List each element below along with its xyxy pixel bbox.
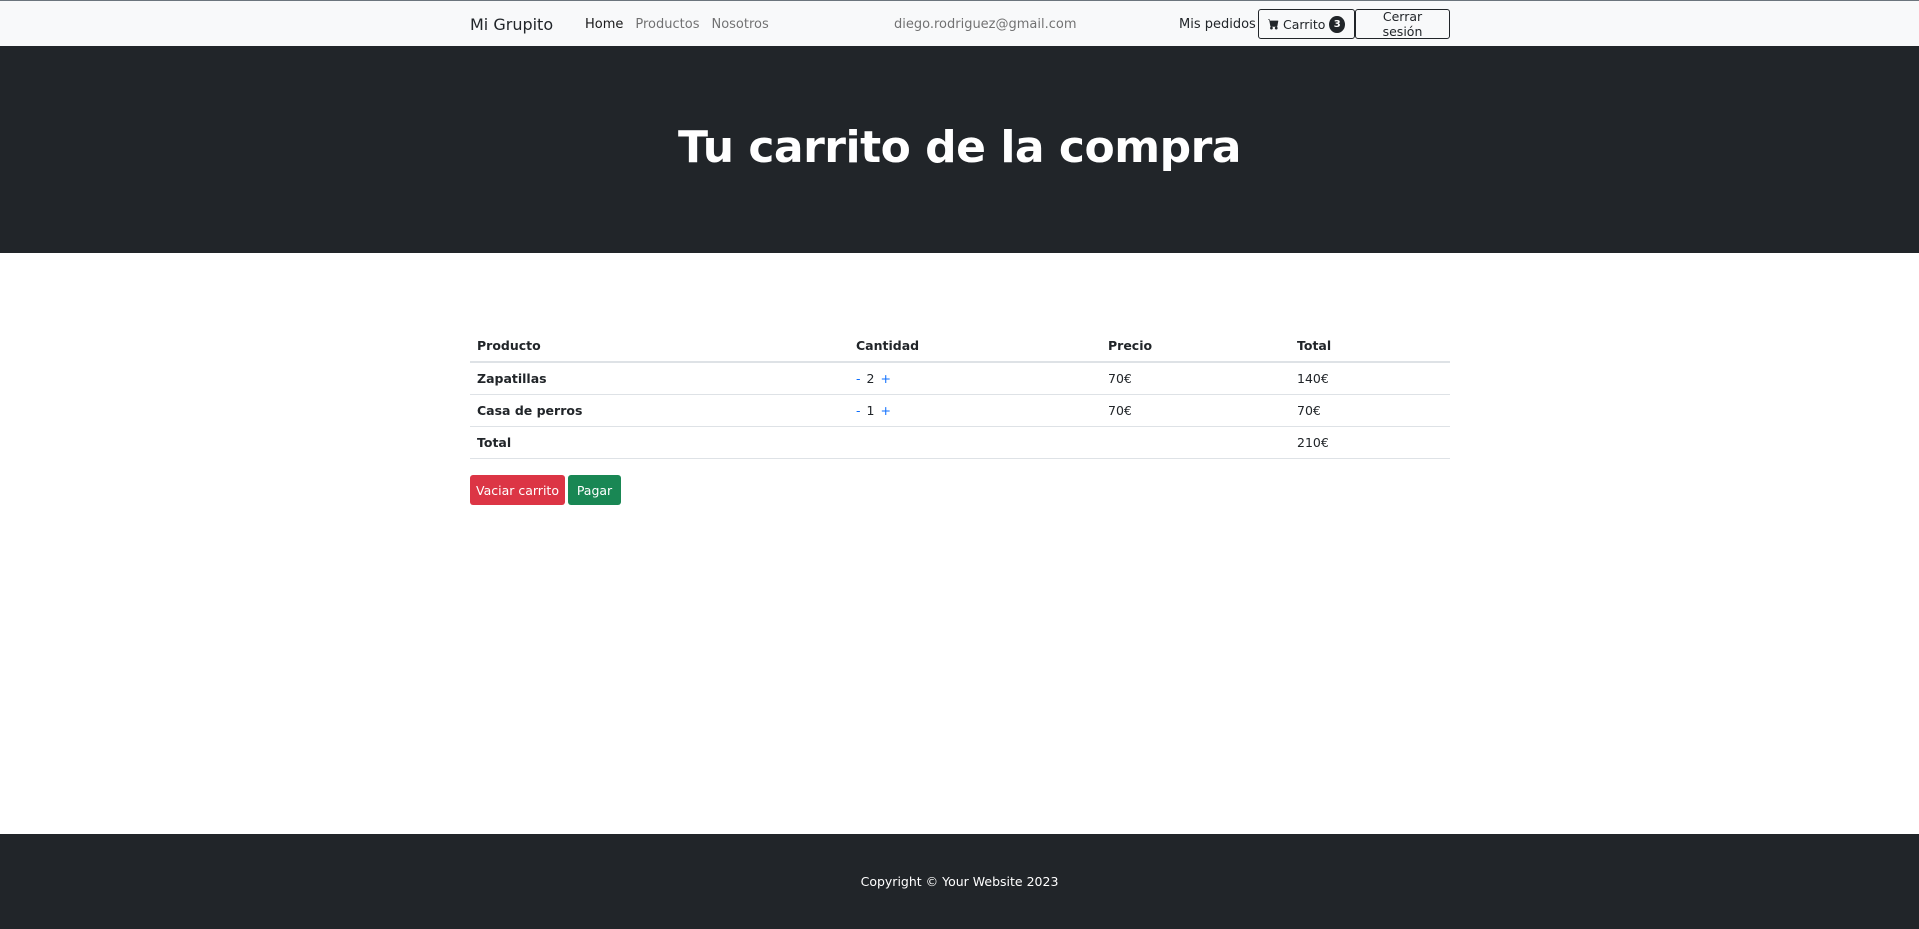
my-orders-link[interactable]: Mis pedidos [1179,17,1256,32]
table-header-row: Producto Cantidad Precio Total [470,330,1450,363]
nav-links: Home Productos Nosotros [585,17,769,32]
line-total: 140€ [1290,362,1450,395]
quantity-value: 2 [866,370,875,386]
cart-icon [1268,19,1279,30]
total-label: Total [470,426,849,459]
copyright-text: Copyright © Your Website 2023 [860,874,1059,889]
nav-link-home[interactable]: Home [585,17,623,32]
table-row: Zapatillas - 2 + 70€ 140€ [470,362,1450,395]
page-title: Tu carrito de la compra [678,122,1241,173]
quantity-value: 1 [866,402,875,418]
user-email: diego.rodriguez@gmail.com [894,17,1077,32]
cart-button[interactable]: Carrito 3 [1258,9,1355,39]
nav-link-nosotros[interactable]: Nosotros [711,17,768,32]
product-name: Casa de perros [470,394,849,427]
table-total-row: Total 210€ [470,426,1450,459]
pay-button[interactable]: Pagar [568,475,621,505]
decrement-button[interactable]: - [856,371,861,386]
increment-button[interactable]: + [880,403,890,418]
navbar: Mi Grupito Home Productos Nosotros diego… [0,0,1919,46]
line-total: 70€ [1290,394,1450,427]
hero-banner: Tu carrito de la compra [0,46,1919,253]
product-name: Zapatillas [470,362,849,395]
grand-total: 210€ [1290,426,1450,459]
increment-button[interactable]: + [880,371,890,386]
empty-cell [849,426,1101,459]
empty-cell [1101,426,1290,459]
cart-label: Carrito [1282,16,1326,32]
nav-link-productos[interactable]: Productos [635,17,699,32]
table-row: Casa de perros - 1 + 70€ 70€ [470,394,1450,427]
quantity-stepper: - 2 + [849,362,1101,395]
column-header-price: Precio [1101,330,1290,363]
quantity-stepper: - 1 + [849,394,1101,427]
cart-table: Producto Cantidad Precio Total Zapatilla… [470,330,1450,459]
clear-cart-button[interactable]: Vaciar carrito [470,475,565,505]
cart-count-badge: 3 [1329,15,1345,33]
brand-link[interactable]: Mi Grupito [470,15,553,34]
footer: Copyright © Your Website 2023 [0,834,1919,929]
column-header-total: Total [1290,330,1450,363]
unit-price: 70€ [1101,362,1290,395]
column-header-product: Producto [470,330,849,363]
decrement-button[interactable]: - [856,403,861,418]
column-header-quantity: Cantidad [849,330,1101,363]
logout-button[interactable]: Cerrar sesión [1355,9,1450,39]
unit-price: 70€ [1101,394,1290,427]
